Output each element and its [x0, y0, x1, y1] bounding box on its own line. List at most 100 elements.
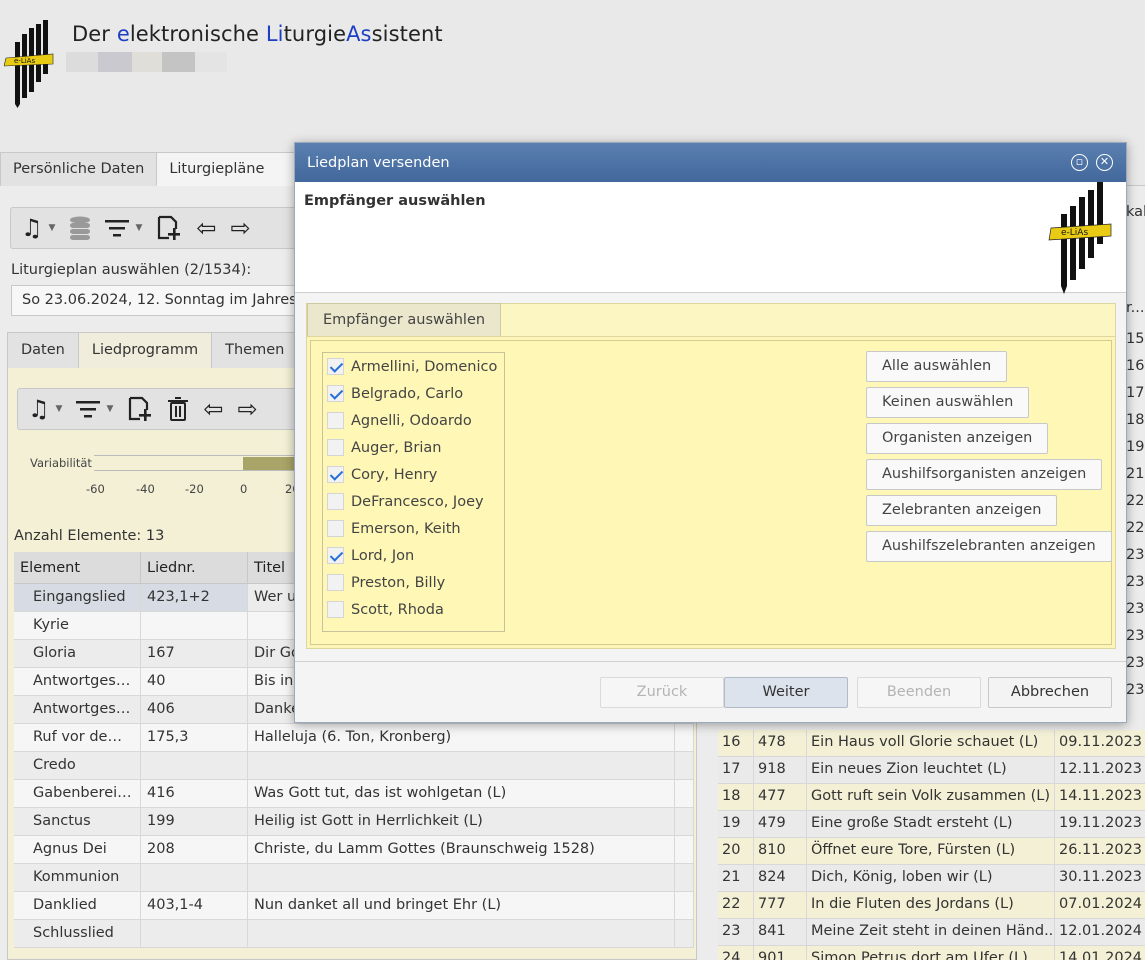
table-row[interactable]: Agnus Dei 208 Christe, du Lamm Gottes (Bra… — [14, 836, 694, 864]
recipient-item[interactable]: Emerson, Keith — [323, 515, 504, 542]
history-edge-number: 16 — [1126, 358, 1145, 374]
show-sub-organists-button[interactable]: Aushilfsorganisten anzeigen — [866, 459, 1103, 490]
filter-icon[interactable] — [76, 399, 101, 419]
recipient-item[interactable]: Agnelli, Odoardo — [323, 407, 504, 434]
dialog-header: Empfänger auswählen e-LiAs — [295, 182, 1126, 294]
cell-song-number: 199 — [141, 808, 248, 835]
close-icon[interactable]: ✕ — [1096, 154, 1113, 171]
table-row[interactable]: 20 810 Öffnet eure Tore, Fürsten (L) 26.11.… — [718, 838, 1145, 865]
recipient-checkbox[interactable] — [327, 412, 344, 429]
sub-tabbar: Daten Liedprogramm Themen — [7, 332, 299, 368]
caret-icon[interactable]: ▼ — [56, 404, 63, 414]
show-sub-celebrants-button[interactable]: Aushilfszelebranten anzeigen — [866, 531, 1112, 562]
show-celebrants-button[interactable]: Zelebranten anzeigen — [866, 495, 1058, 526]
cell-date: 26.11.2023 — [1059, 842, 1143, 858]
recipient-item[interactable]: DeFrancesco, Joey — [323, 488, 504, 515]
variability-tick: -40 — [136, 482, 155, 496]
music-note-icon[interactable]: ♫ — [21, 216, 43, 240]
maximize-icon[interactable]: ▫ — [1071, 154, 1088, 171]
table-row[interactable]: 18 477 Gott ruft sein Volk zusammen (L) 14.… — [718, 784, 1145, 811]
cell-element: Agnus Dei — [14, 836, 141, 863]
table-row[interactable]: Sanctus 199 Heilig ist Gott in Herrlichkei… — [14, 808, 694, 836]
table-row[interactable]: Credo — [14, 752, 694, 780]
cell-element: Credo — [14, 752, 141, 779]
back-button[interactable]: Zurück — [600, 677, 724, 708]
table-row[interactable]: 22 777 In die Fluten des Jordans (L) 07.01.… — [718, 892, 1145, 919]
header-element[interactable]: Element — [14, 552, 141, 583]
table-row[interactable]: 21 824 Dich, König, loben wir (L) 30.11.202… — [718, 865, 1145, 892]
recipient-item[interactable]: Scott, Rhoda — [323, 596, 504, 623]
cell-song-number: 479 — [754, 811, 807, 837]
show-organists-button[interactable]: Organisten anzeigen — [866, 423, 1049, 454]
table-row[interactable]: 23 841 Meine Zeit steht in deinen Händ... 1… — [718, 919, 1145, 946]
cell-title — [248, 864, 675, 891]
table-row[interactable]: 19 479 Eine große Stadt ersteht (L) 19.11.2… — [718, 811, 1145, 838]
cell-date: 30.11.2023 — [1059, 869, 1143, 885]
filter-icon[interactable] — [105, 218, 130, 238]
cell-title: Dich, König, loben wir (L) — [807, 865, 1055, 891]
trash-icon[interactable] — [167, 397, 189, 421]
recipient-checkbox[interactable] — [327, 358, 344, 375]
svg-text:e-LiAs: e-LiAs — [1061, 228, 1088, 238]
cell-title: Ein Haus voll Glorie schauet (L) — [807, 730, 1055, 756]
recipient-name: Armellini, Domenico — [351, 358, 498, 375]
variability-label: Variabilität — [30, 456, 92, 470]
add-document-icon[interactable] — [156, 215, 182, 241]
recipient-item[interactable]: Armellini, Domenico — [323, 353, 504, 380]
tab-data[interactable]: Daten — [7, 332, 79, 368]
recipient-checkbox[interactable] — [327, 574, 344, 591]
recipient-checkbox[interactable] — [327, 385, 344, 402]
recipient-checkbox[interactable] — [327, 520, 344, 537]
tab-select-recipients[interactable]: Empfänger auswählen — [307, 303, 502, 337]
caret-icon[interactable]: ▼ — [106, 404, 113, 414]
history-edge-number: 21 — [1126, 466, 1145, 482]
arrow-left-icon[interactable]: ⇦ — [203, 397, 223, 421]
table-row[interactable]: Ruf vor dem Evangelium175,3Halleluja (6.… — [14, 724, 694, 752]
recipient-item[interactable]: Preston, Billy — [323, 569, 504, 596]
history-edge-number: 23 — [1126, 682, 1145, 698]
tab-song-program[interactable]: Liedprogramm — [77, 332, 213, 368]
recipient-checkbox[interactable] — [327, 601, 344, 618]
recipient-name: Lord, Jon — [351, 547, 415, 564]
cancel-button[interactable]: Abbrechen — [988, 677, 1112, 708]
header-song-number[interactable]: Liednr. — [141, 552, 248, 583]
cell-song-number: 810 — [754, 838, 807, 864]
arrow-left-icon[interactable]: ⇦ — [196, 216, 216, 240]
table-row[interactable]: Schlusslied — [14, 920, 694, 948]
cell-spacer — [675, 892, 694, 919]
recipient-item[interactable]: Belgrado, Carlo — [323, 380, 504, 407]
recipient-item[interactable]: Cory, Henry — [323, 461, 504, 488]
database-icon[interactable] — [69, 216, 91, 240]
table-row[interactable]: Gabenbereitung 416 Was Gott tut, das ist w… — [14, 780, 694, 808]
recipient-item[interactable]: Lord, Jon — [323, 542, 504, 569]
table-row[interactable]: 24 901 Simon Petrus dort am Ufer (L) 14.01.… — [718, 946, 1145, 960]
table-row[interactable]: 16 478 Ein Haus voll Glorie schauet (L) 09.… — [718, 730, 1145, 757]
recipient-checkbox[interactable] — [327, 466, 344, 483]
recipient-checkbox[interactable] — [327, 493, 344, 510]
tab-liturgy-plans[interactable]: Liturgiepläne — [156, 152, 306, 186]
recipient-panel-inner: Armellini, Domenico Belgrado, Carlo Agnell… — [310, 340, 1112, 645]
arrow-right-icon[interactable]: ⇨ — [230, 216, 250, 240]
music-note-icon[interactable]: ♫ — [28, 397, 50, 421]
tab-personal-data[interactable]: Persönliche Daten — [0, 152, 158, 186]
select-none-button[interactable]: Keinen auswählen — [866, 387, 1030, 418]
cell-date: 12.11.2023 — [1059, 761, 1143, 777]
recipient-item[interactable]: Auger, Brian — [323, 434, 504, 461]
cell-index: 21 — [718, 865, 754, 891]
table-row[interactable]: Danklied 403,1-4 Nun danket all und bringe… — [14, 892, 694, 920]
table-row[interactable]: 17 918 Ein neues Zion leuchtet (L) 12.11.20… — [718, 757, 1145, 784]
caret-icon[interactable]: ▼ — [135, 223, 142, 233]
finish-button[interactable]: Beenden — [857, 677, 981, 708]
plan-select[interactable]: So 23.06.2024, 12. Sonntag im Jahreskrei… — [11, 285, 301, 316]
caret-icon[interactable]: ▼ — [49, 223, 56, 233]
table-row[interactable]: Kommunion — [14, 864, 694, 892]
variability-tick: -60 — [86, 482, 105, 496]
select-all-button[interactable]: Alle auswählen — [866, 351, 1008, 382]
recipient-checkbox[interactable] — [327, 547, 344, 564]
app-logo: e-LiAs — [4, 20, 54, 108]
next-button[interactable]: Weiter — [724, 677, 848, 708]
add-document-icon[interactable] — [127, 396, 153, 422]
tab-themes[interactable]: Themen — [211, 332, 299, 368]
arrow-right-icon[interactable]: ⇨ — [237, 397, 257, 421]
recipient-checkbox[interactable] — [327, 439, 344, 456]
